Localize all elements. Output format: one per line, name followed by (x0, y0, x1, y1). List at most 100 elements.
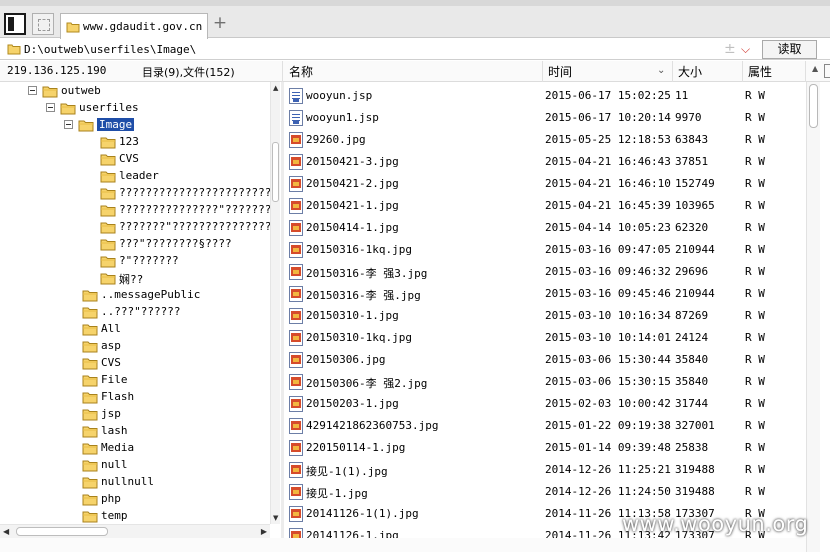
file-row[interactable]: 20150316-李 强3.jpg 2015-03-16 09:46:32 2969… (284, 260, 806, 282)
tree-horizontal-scrollbar[interactable]: ◀ ▶ (0, 524, 270, 538)
file-row[interactable]: 20150203-1.jpg 2015-02-03 10:00:42 31744 R … (284, 392, 806, 414)
tree-item[interactable]: ???????"????????????????? (0, 219, 280, 236)
column-name-header[interactable]: 名称 (289, 63, 313, 80)
file-row[interactable]: 接见-1.jpg 2014-12-26 11:24:50 319488 R W (284, 480, 806, 502)
collapse-toggle-icon[interactable] (46, 103, 55, 112)
tree-item[interactable]: ..???"?????? (0, 304, 270, 321)
file-attributes: R W (745, 441, 765, 454)
column-separator[interactable] (282, 61, 283, 82)
read-button[interactable]: 读取 (762, 40, 817, 59)
folder-icon (82, 391, 98, 407)
file-size: 25838 (675, 441, 709, 454)
file-attributes: R W (745, 133, 765, 146)
tree-item[interactable]: asp (0, 338, 270, 355)
tree-item[interactable]: userfiles (0, 100, 270, 117)
tree-item-label: leader (119, 169, 159, 182)
file-row[interactable]: wooyun1.jsp 2015-06-17 10:20:14 9970 R W (284, 106, 806, 128)
tree-item[interactable]: php (0, 491, 270, 508)
tree-item[interactable]: Image (0, 117, 270, 134)
file-name: 20150421-3.jpg (306, 155, 399, 168)
tree-item[interactable]: 娴?? (0, 270, 270, 287)
panel-toggle-icon[interactable] (4, 13, 26, 35)
tree-item[interactable]: All (0, 321, 270, 338)
tab-site[interactable]: www.gdaudit.gov.cn (60, 13, 208, 39)
chevron-down-icon[interactable]: ⌵ (741, 40, 750, 58)
add-tab-button[interactable]: + (212, 14, 228, 32)
folder-icon (100, 255, 116, 271)
new-window-icon[interactable] (32, 13, 54, 35)
scrollbar-thumb[interactable] (809, 84, 818, 128)
column-size-header[interactable]: 大小 (678, 63, 702, 80)
scroll-right-icon[interactable]: ▶ (261, 527, 267, 536)
file-row[interactable]: 29260.jpg 2015-05-25 12:18:53 63843 R W (284, 128, 806, 150)
tree-item[interactable]: nullnull (0, 474, 270, 491)
file-row[interactable]: 20150316-1kq.jpg 2015-03-16 09:47:05 21094… (284, 238, 806, 260)
column-attr-header[interactable]: 属性 (748, 63, 772, 80)
doc-icon (289, 88, 303, 104)
file-row[interactable]: 20150421-3.jpg 2015-04-21 16:46:43 37851 R … (284, 150, 806, 172)
tree-item[interactable]: CVS (0, 151, 270, 168)
file-list-scrollbar[interactable] (806, 82, 820, 552)
tree-vertical-scrollbar[interactable]: ▲ ▼ (270, 82, 280, 524)
folder-icon (78, 119, 94, 135)
collapse-toggle-icon[interactable] (64, 120, 73, 129)
tree-item[interactable]: 123 (0, 134, 270, 151)
tree-item[interactable]: ..messagePublic (0, 287, 270, 304)
tree-item[interactable]: lash (0, 423, 270, 440)
image-icon (289, 440, 303, 456)
file-row[interactable]: 20150316-李 强.jpg 2015-03-16 09:45:46 21094… (284, 282, 806, 304)
column-separator[interactable] (742, 61, 743, 82)
scrollbar-thumb[interactable] (16, 527, 108, 536)
file-attributes: R W (745, 353, 765, 366)
tree-item[interactable]: Flash (0, 389, 270, 406)
file-row[interactable]: wooyun.jsp 2015-06-17 15:02:25 11 R W (284, 84, 806, 106)
file-row[interactable]: 220150114-1.jpg 2015-01-14 09:39:48 25838 R… (284, 436, 806, 458)
bottom-strip (0, 538, 806, 552)
folder-icon (82, 459, 98, 475)
tree-item[interactable]: Media (0, 440, 270, 457)
path-input[interactable] (24, 40, 720, 58)
tree-item[interactable]: CVS (0, 355, 270, 372)
file-row[interactable]: 20150306-李 强2.jpg 2015-03-06 15:30:15 3584… (284, 370, 806, 392)
file-name: 220150114-1.jpg (306, 441, 406, 454)
file-row[interactable]: 20150421-2.jpg 2015-04-21 16:46:10 152749 R… (284, 172, 806, 194)
collapse-toggle-icon[interactable] (28, 86, 37, 95)
file-row[interactable]: 20150306.jpg 2015-03-06 15:30:44 35840 R W (284, 348, 806, 370)
plus-minus-icon[interactable]: ± (724, 41, 736, 57)
tree-item[interactable]: ???"????????§???? (0, 236, 270, 253)
tree-item[interactable]: temp (0, 508, 270, 525)
tree-item[interactable]: ??????????????????????????? (0, 185, 280, 202)
file-name: 20150203-1.jpg (306, 397, 399, 410)
tree-item[interactable]: leader (0, 168, 270, 185)
file-row[interactable]: 20150421-1.jpg 2015-04-21 16:45:39 103965 R… (284, 194, 806, 216)
file-attributes: R W (745, 397, 765, 410)
file-row[interactable]: 20150414-1.jpg 2015-04-14 10:05:23 62320 R … (284, 216, 806, 238)
scroll-up-icon[interactable]: ▲ (812, 64, 818, 73)
file-row[interactable]: 20150310-1kq.jpg 2015-03-10 10:14:01 24124… (284, 326, 806, 348)
scrollbar-thumb[interactable] (272, 142, 279, 202)
column-separator[interactable] (542, 61, 543, 82)
sort-down-icon[interactable]: ⌄ (657, 65, 665, 76)
tree-item[interactable]: ?"??????? (0, 253, 270, 270)
folder-icon (82, 323, 98, 339)
tree-item-label: 123 (119, 135, 139, 148)
file-size: 319488 (675, 463, 715, 476)
file-row[interactable]: 4291421862360753.jpg 2015-01-22 09:19:38 3… (284, 414, 806, 436)
file-size: 63843 (675, 133, 709, 146)
column-time-header[interactable]: 时间 (548, 63, 572, 80)
file-row[interactable]: 20150310-1.jpg 2015-03-10 10:16:34 87269 R … (284, 304, 806, 326)
tree-item[interactable]: File (0, 372, 270, 389)
tree-item[interactable]: null (0, 457, 270, 474)
file-row[interactable]: 接见-1(1).jpg 2014-12-26 11:25:21 319488 R W (284, 458, 806, 480)
column-separator[interactable] (672, 61, 673, 82)
tree-item[interactable]: ???????????????"???????????? (0, 202, 280, 219)
tree-item[interactable]: outweb (0, 83, 270, 100)
scroll-left-icon[interactable]: ◀ (3, 527, 9, 536)
file-size: 11 (675, 89, 689, 102)
column-separator[interactable] (805, 61, 806, 82)
scroll-up-icon[interactable]: ▲ (273, 84, 278, 92)
scroll-down-icon[interactable]: ▼ (273, 514, 278, 522)
file-size: 152749 (675, 177, 715, 190)
tree-item-label: userfiles (79, 101, 139, 114)
tree-item[interactable]: jsp (0, 406, 270, 423)
